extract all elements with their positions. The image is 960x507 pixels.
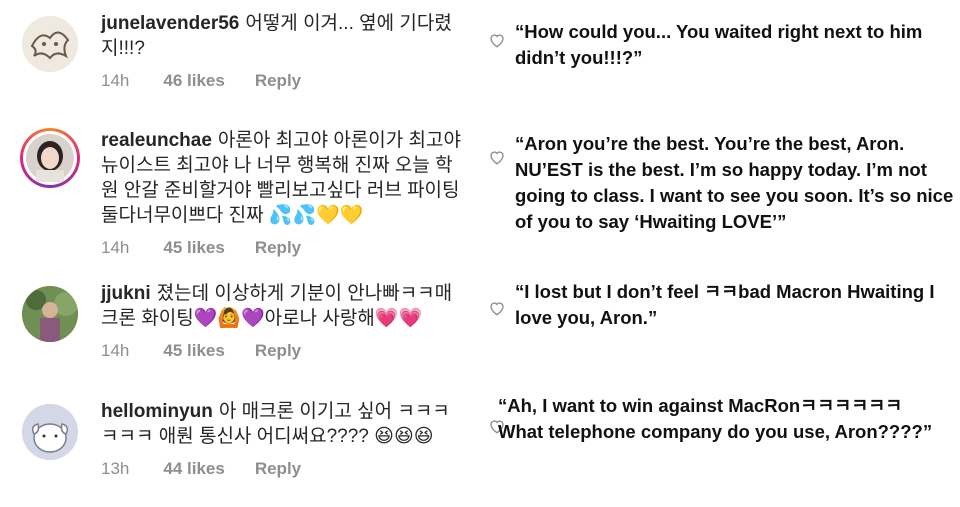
comment-likes[interactable]: 45 likes xyxy=(163,238,224,257)
comment-body: junelavender56 어떻게 이겨... 옆에 기다렸지!!!? xyxy=(101,11,461,61)
comment-username[interactable]: hellominyun xyxy=(101,401,213,422)
avatar[interactable] xyxy=(22,16,78,72)
comment-meta: 14h 45 likes Reply xyxy=(101,238,331,258)
translation-text: “Aron you’re the best. You’re the best, … xyxy=(515,133,954,232)
comment-meta: 14h 45 likes Reply xyxy=(101,341,331,361)
comment-likes[interactable]: 45 likes xyxy=(163,341,224,360)
heart-icon[interactable] xyxy=(488,299,506,317)
comment-time: 13h xyxy=(101,459,130,478)
comment-body: jjukni 졌는데 이상하게 기분이 안나빠ㅋㅋ매크론 화이팅💜🙆💜아로나 사랑… xyxy=(101,281,461,331)
comment-likes[interactable]: 44 likes xyxy=(163,459,224,478)
avatar[interactable] xyxy=(22,286,78,342)
comment-username[interactable]: jjukni xyxy=(101,283,151,304)
comment-likes[interactable]: 46 likes xyxy=(163,71,224,90)
avatar[interactable] xyxy=(22,404,78,460)
comment-time: 14h xyxy=(101,341,130,360)
avatar[interactable] xyxy=(20,128,80,188)
heart-icon[interactable] xyxy=(488,148,506,166)
comment-meta: 13h 44 likes Reply xyxy=(101,459,331,479)
outdoor-photo-avatar-icon xyxy=(22,286,78,342)
translation-text: “How could you... You waited right next … xyxy=(515,21,923,68)
translation-text: “I lost but I don’t feel ㅋㅋbad Macron Hw… xyxy=(515,281,935,328)
comment-username[interactable]: realeunchae xyxy=(101,130,212,151)
comment-time: 14h xyxy=(101,71,130,90)
translation-text: “Ah, I want to win against MacRonㅋㅋㅋㅋㅋㅋ … xyxy=(498,395,933,442)
reply-button[interactable]: Reply xyxy=(255,238,301,257)
comment-body: realeunchae 아론아 최고야 아론이가 최고야 뉴이스트 최고야 나 너… xyxy=(101,128,461,228)
reply-button[interactable]: Reply xyxy=(255,71,301,90)
girl-photo-avatar-icon xyxy=(26,134,74,182)
comment-text: 졌는데 이상하게 기분이 안나빠ㅋㅋ매크론 화이팅💜🙆💜아로나 사랑해💗💗 xyxy=(101,283,453,329)
comment-body: hellominyun 아 매크론 이기고 싶어 ㅋㅋㅋㅋㅋㅋ 애뤈 통신사 어디… xyxy=(101,399,461,449)
cartoon-avatar-icon xyxy=(22,404,78,460)
comments-page: junelavender56 어떻게 이겨... 옆에 기다렸지!!!? 14h 4… xyxy=(0,0,960,507)
sketch-avatar-icon xyxy=(22,16,78,72)
heart-icon[interactable] xyxy=(488,31,506,49)
reply-button[interactable]: Reply xyxy=(255,341,301,360)
comment-username[interactable]: junelavender56 xyxy=(101,13,239,34)
avatar-inner xyxy=(23,131,77,185)
comment-meta: 14h 46 likes Reply xyxy=(101,71,331,91)
comment-time: 14h xyxy=(101,238,130,257)
reply-button[interactable]: Reply xyxy=(255,459,301,478)
